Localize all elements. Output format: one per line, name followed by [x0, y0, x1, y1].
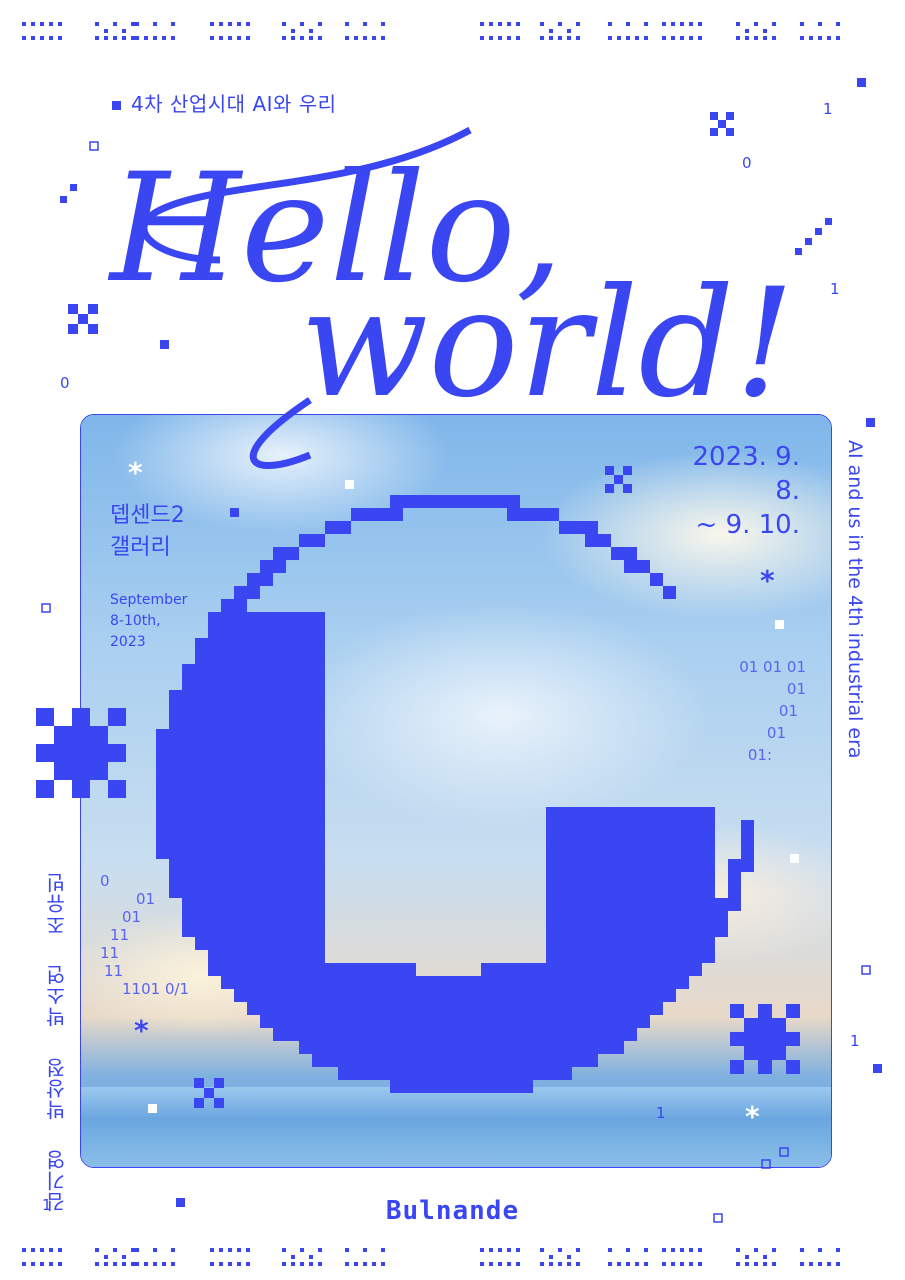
pixel-x-icon: [78, 314, 88, 324]
pixel-asterisk-icon: [72, 780, 90, 798]
pixel-dot: [815, 228, 822, 235]
white-pixel: [775, 620, 784, 629]
pixel-asterisk-icon: [730, 1004, 744, 1018]
pixel-asterisk-icon: [36, 780, 54, 798]
pixel-asterisk-icon: [36, 744, 54, 762]
pixel-x-icon: [68, 324, 78, 334]
outline-square-icon: [761, 1159, 771, 1169]
pixel-x-icon: [194, 1078, 204, 1088]
outline-square-icon: [89, 141, 99, 151]
pixel-x-icon: [623, 484, 632, 493]
pixel-asterisk-icon: [758, 1004, 772, 1018]
pixel-x-icon: [88, 304, 98, 314]
pixel-x-icon: [194, 1098, 204, 1108]
pixel-x-icon: [204, 1088, 214, 1098]
pixel-asterisk-icon: [72, 762, 90, 780]
pixel-asterisk-icon: [758, 1046, 772, 1060]
pixel-square-icon: [866, 418, 875, 427]
pixel-x-icon: [718, 120, 726, 128]
pixel-asterisk-icon: [36, 708, 54, 726]
pixel-square-icon: [176, 1198, 185, 1207]
pixel-x-icon: [605, 466, 614, 475]
pixel-x-icon: [623, 466, 632, 475]
pixel-x-icon: [726, 128, 734, 136]
outline-square-icon: [713, 1213, 723, 1223]
pixel-asterisk-icon: [758, 1018, 772, 1032]
white-pixel: [790, 854, 799, 863]
decorations: * * * *: [36, 78, 882, 1223]
pixel-x-icon: [68, 304, 78, 314]
pixel-asterisk-icon: [744, 1032, 758, 1046]
pixel-asterisk-icon: [54, 726, 72, 744]
asterisk-icon: *: [760, 564, 775, 597]
pixel-asterisk-icon: [108, 708, 126, 726]
pixel-dot: [805, 238, 812, 245]
pixel-square-icon: [873, 1064, 882, 1073]
pixel-asterisk-icon: [744, 1046, 758, 1060]
asterisk-icon: *: [128, 456, 143, 489]
pixel-dot: [795, 248, 802, 255]
pixel-x-icon: [88, 324, 98, 334]
pixel-asterisk-icon: [90, 744, 108, 762]
asterisk-icon: *: [745, 1100, 760, 1133]
pixel-asterisk-icon: [744, 1018, 758, 1032]
white-pixel: [148, 1104, 157, 1113]
outline-square-icon: [861, 965, 871, 975]
pixel-asterisk-icon: [786, 1004, 800, 1018]
pixel-square-icon: [160, 340, 169, 349]
pixel-asterisk-icon: [786, 1032, 800, 1046]
pixel-x-icon: [605, 484, 614, 493]
pixel-asterisk-icon: [786, 1060, 800, 1074]
pixel-dot: [60, 196, 67, 203]
pixel-asterisk-icon: [730, 1060, 744, 1074]
pixel-x-icon: [710, 112, 718, 120]
pixel-square-icon: [857, 78, 866, 87]
pixel-asterisk-icon: [72, 726, 90, 744]
pixel-asterisk-icon: [730, 1032, 744, 1046]
pixel-x-icon: [614, 475, 623, 484]
pixel-asterisk-icon: [108, 780, 126, 798]
pixel-asterisk-icon: [772, 1032, 786, 1046]
pixel-square-icon: [230, 508, 239, 517]
outline-square-icon: [779, 1147, 789, 1157]
pixel-asterisk-icon: [90, 726, 108, 744]
pixel-dot: [825, 218, 832, 225]
pixel-x-icon: [726, 112, 734, 120]
pixel-asterisk-icon: [72, 744, 90, 762]
pixel-asterisk-icon: [54, 744, 72, 762]
asterisk-icon: *: [134, 1014, 149, 1047]
pixel-x-icon: [710, 128, 718, 136]
pixel-asterisk-icon: [90, 762, 108, 780]
pixel-asterisk-icon: [772, 1046, 786, 1060]
pixel-asterisk-icon: [72, 708, 90, 726]
pixel-x-icon: [214, 1078, 224, 1088]
pixel-asterisk-icon: [54, 762, 72, 780]
pixel-x-icon: [214, 1098, 224, 1108]
outline-square-icon: [41, 603, 51, 613]
pixel-asterisk-icon: [772, 1018, 786, 1032]
pixel-asterisk-icon: [758, 1060, 772, 1074]
pixel-asterisk-icon: [758, 1032, 772, 1046]
white-pixel: [345, 480, 354, 489]
pixel-dot: [70, 184, 77, 191]
pixel-asterisk-icon: [108, 744, 126, 762]
